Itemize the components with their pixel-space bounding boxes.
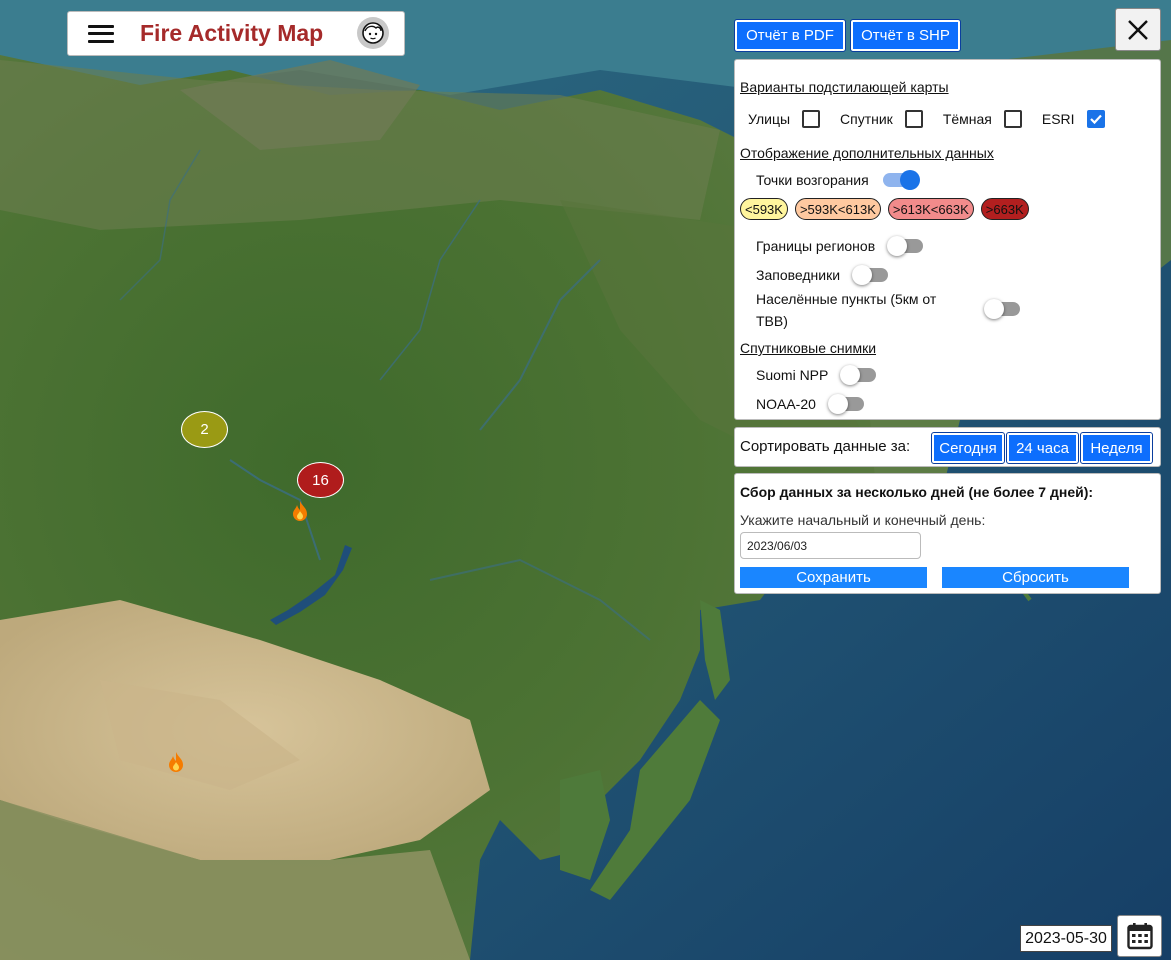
satellite-section-title: Спутниковые снимки (740, 340, 877, 356)
suomi-toggle[interactable] (840, 365, 877, 385)
basemap-label-streets: Улицы (748, 111, 791, 127)
date-range-input[interactable] (740, 532, 921, 559)
basemap-options: Улицы Спутник Тёмная ESRI (748, 110, 1125, 128)
hotspots-toggle[interactable] (882, 170, 920, 190)
fire-icon[interactable] (164, 750, 188, 774)
settlements-toggle[interactable] (984, 299, 1020, 319)
basemap-label-dark: Тёмная (942, 111, 992, 127)
fire-cluster-marker[interactable]: 2 (181, 411, 228, 448)
cluster-count: 16 (312, 471, 329, 489)
fire-icon[interactable] (288, 499, 312, 523)
basemap-label-esri: ESRI (1041, 111, 1075, 127)
check-icon (1089, 114, 1102, 125)
regions-label: Границы регионов (756, 238, 876, 254)
calendar-button[interactable] (1117, 915, 1162, 957)
noaa-row: NOAA-20 (756, 394, 864, 414)
hotspots-row: Точки возгорания (756, 170, 920, 190)
export-pdf-button[interactable]: Отчёт в PDF (734, 19, 846, 52)
suomi-row: Suomi NPP (756, 365, 877, 385)
reserves-label: Заповедники (756, 267, 841, 283)
sort-week-button[interactable]: Неделя (1080, 432, 1153, 464)
legend-badge-extreme: >663K (980, 198, 1029, 220)
app-title: Fire Activity Map (140, 20, 324, 46)
user-avatar-icon[interactable] (357, 17, 389, 49)
legend-badge-low: <593K (740, 198, 788, 220)
save-button[interactable]: Сохранить (740, 567, 927, 588)
basemap-checkbox-esri[interactable] (1086, 110, 1105, 128)
hotspots-label: Точки возгорания (756, 172, 869, 188)
app-header: Fire Activity Map (67, 11, 405, 56)
sort-24h-button[interactable]: 24 часа (1006, 432, 1079, 464)
calendar-icon (1126, 923, 1153, 950)
layers-panel: Варианты подстилающей карты Улицы Спутни… (734, 59, 1161, 420)
date-range-panel: Сбор данных за несколько дней (не более … (734, 473, 1161, 594)
legend-badge-high: >613K<663K (887, 198, 974, 220)
extra-data-section-title: Отображение дополнительных данных (740, 145, 994, 161)
date-range-title: Сбор данных за несколько дней (не более … (740, 484, 1094, 500)
basemap-checkbox-dark[interactable] (1003, 110, 1022, 128)
close-panel-button[interactable] (1115, 8, 1161, 51)
settlements-label-line: ТВВ) (756, 313, 788, 329)
temperature-legend: <593K >593K<613K >613K<663K >663K (740, 198, 1036, 220)
legend-badge-mid: >593K<613K (794, 198, 881, 220)
reserves-row: Заповедники (756, 265, 889, 285)
sort-label: Сортировать данные за: (740, 438, 911, 455)
noaa-label: NOAA-20 (756, 396, 816, 412)
menu-icon[interactable] (88, 24, 114, 43)
basemap-label-satellite: Спутник (840, 111, 893, 127)
noaa-toggle[interactable] (827, 394, 864, 414)
reserves-toggle[interactable] (852, 265, 889, 285)
regions-row: Границы регионов (756, 236, 924, 256)
settlements-label-line: Населённые пункты (5км от (756, 291, 937, 307)
regions-toggle[interactable] (887, 236, 924, 256)
sort-today-button[interactable]: Сегодня (931, 432, 1005, 464)
fire-cluster-marker[interactable]: 16 (297, 462, 344, 498)
sort-panel: Сортировать данные за: Сегодня 24 часа Н… (734, 427, 1161, 467)
export-shp-button[interactable]: Отчёт в SHP (850, 19, 961, 52)
close-icon (1128, 19, 1148, 40)
basemap-checkbox-streets[interactable] (802, 110, 821, 128)
reset-button[interactable]: Сбросить (942, 567, 1129, 588)
settlements-label: Населённые пункты (5км от ТВВ) (756, 288, 936, 332)
suomi-label: Suomi NPP (756, 367, 829, 383)
basemap-checkbox-satellite[interactable] (904, 110, 923, 128)
date-range-hint: Укажите начальный и конечный день: (740, 512, 986, 528)
basemap-section-title: Варианты подстилающей карты (740, 79, 949, 95)
cluster-count: 2 (200, 421, 209, 438)
current-date-display: 2023-05-30 (1020, 925, 1112, 952)
